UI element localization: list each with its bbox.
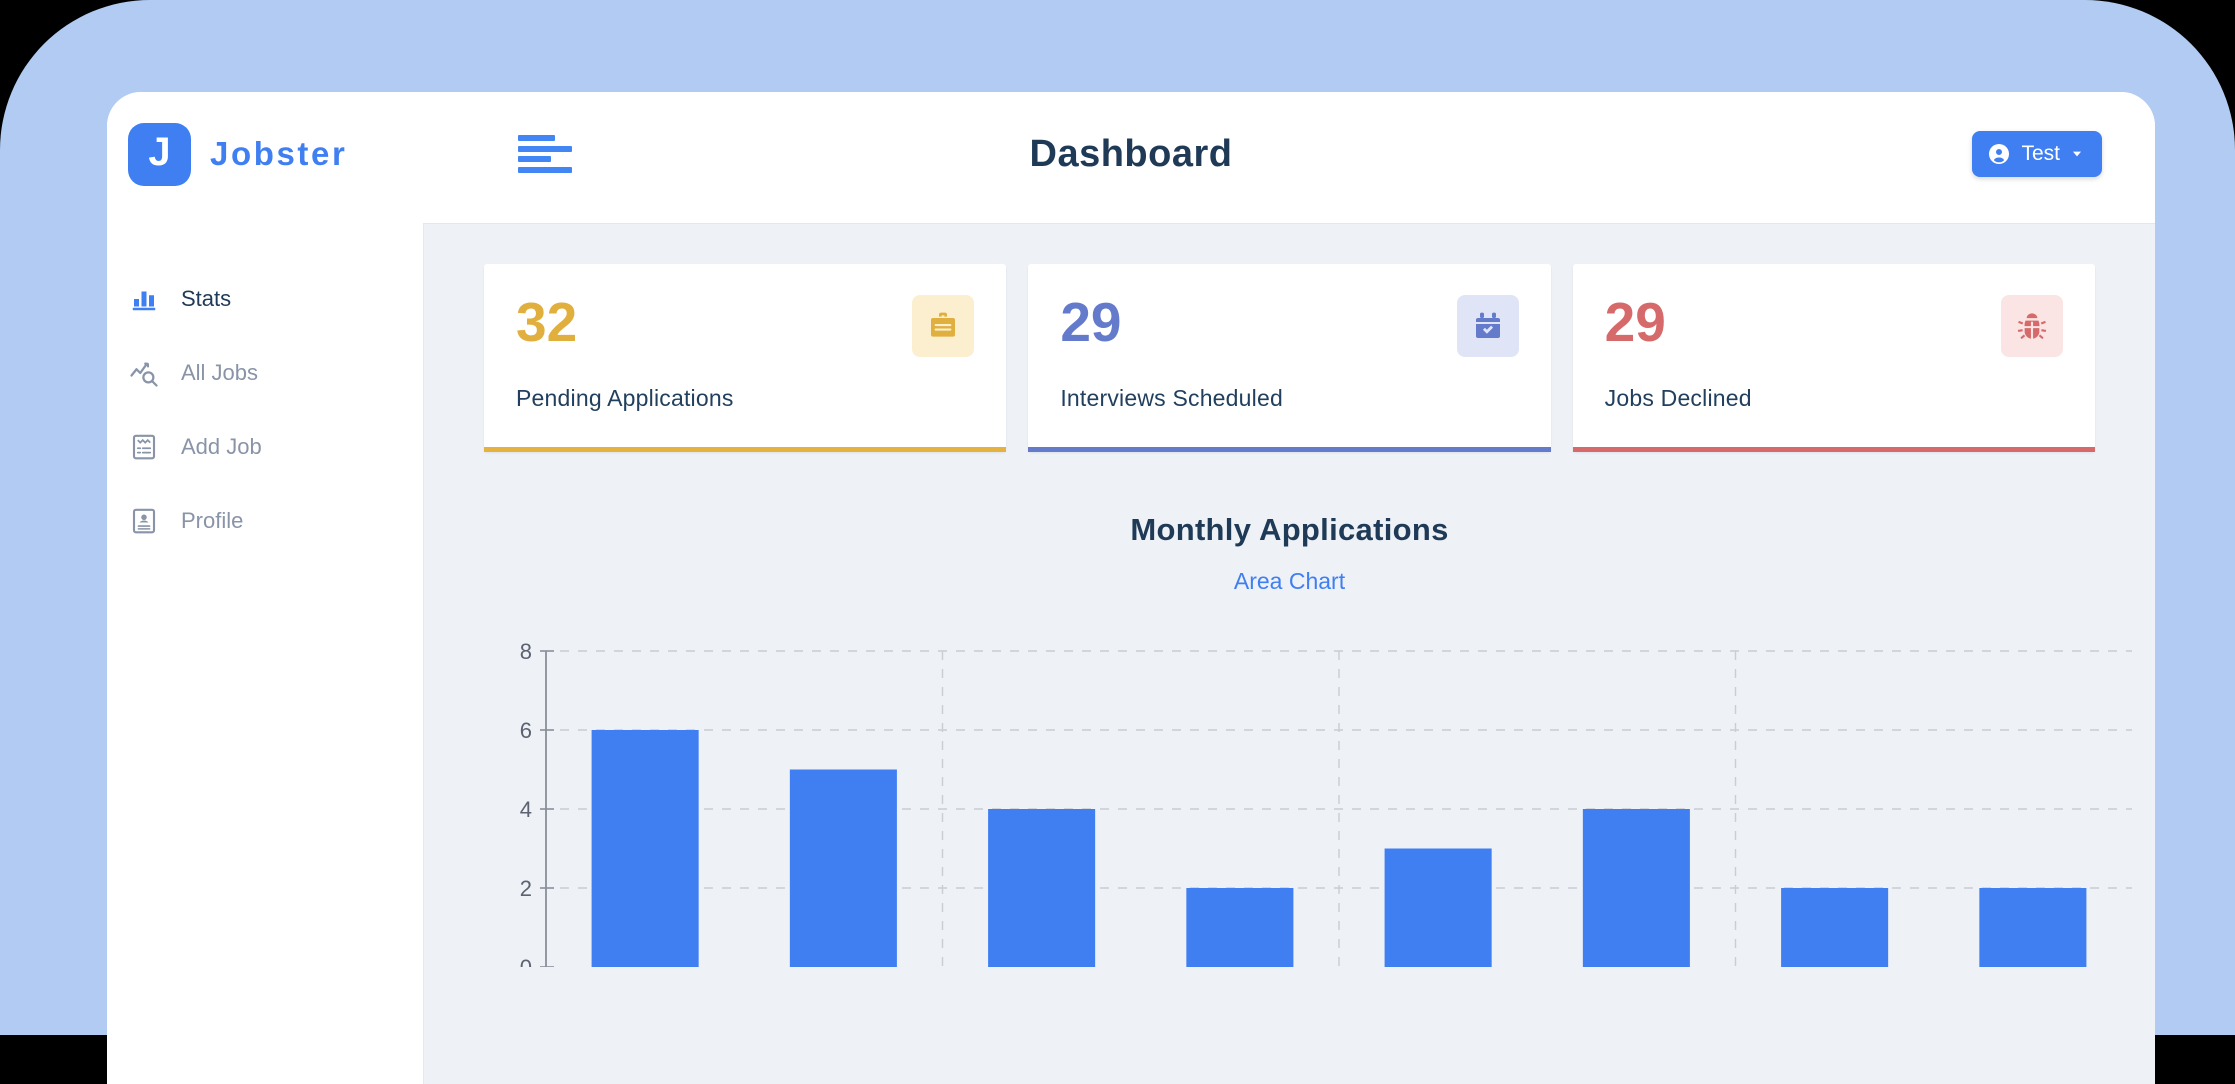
page-title: Dashboard [1029,132,1233,175]
sidebar-item-label-all-jobs: All Jobs [181,360,259,385]
svg-text:8: 8 [520,639,532,664]
job-search-icon [130,362,158,387]
svg-text:6: 6 [520,718,532,743]
sidebar: Stats All Jobs Add Job Profile [107,216,423,1084]
chart-bar [1384,848,1492,967]
stat-card-top: 32 [516,291,975,357]
chart-bar [1582,809,1690,967]
chart-bar [988,809,1096,967]
stat-label: Jobs Declined [1604,385,1752,411]
briefcase-icon [912,295,975,357]
stat-card-top: 29 [1060,291,1519,357]
chart-type-toggle-button[interactable]: Area Chart [1234,568,1345,595]
navbar: J Jobster Dashboard Test [107,92,2155,216]
stats-row: 32 Pending Applications 29 Interviews Sc… [484,264,2096,452]
sidebar-item-label-add-job: Add Job [181,434,262,459]
stat-card-top: 29 [1605,295,2063,357]
chart-bar [1979,888,2087,967]
chevron-down-icon [2072,151,2082,157]
user-menu-button[interactable]: Test [1972,131,2102,177]
svg-text:2: 2 [520,876,532,901]
calendar-check-icon [1456,295,1519,357]
stat-count: 29 [1604,291,1666,353]
clipboard-icon [132,434,156,460]
stat-card-jobs-declined: 29 Jobs Declined [1572,264,2096,452]
chart-bar [1781,888,1889,967]
stat-count: 29 [1060,291,1122,353]
monthly-applications-bar-chart: 0 2 4 6 8 [484,637,2140,967]
chart-title: Monthly Applications [1130,512,1449,547]
chart-bar [1186,888,1294,967]
stat-card-interviews-scheduled: 29 Interviews Scheduled [1028,264,1551,452]
chart-bar [789,769,897,967]
svg-text:0: 0 [520,955,532,967]
stat-card-pending-applications: 32 Pending Applications [484,264,1007,452]
sidebar-item-profile[interactable]: Profile [107,494,423,548]
sidebar-item-all-jobs[interactable]: All Jobs [107,346,423,400]
sidebar-item-stats[interactable]: Stats [107,272,423,326]
chart-bar [591,730,699,967]
sidebar-item-label-profile: Profile [181,508,244,533]
id-card-icon [132,508,156,534]
user-menu-label: Test [2021,142,2060,165]
stat-count: 32 [516,291,578,353]
stat-label: Interviews Scheduled [1060,385,1283,411]
chart-section: Monthly Applications Area Chart 0 2 4 6 8 [484,512,2132,967]
bar-chart-icon [132,291,156,311]
sidebar-item-add-job[interactable]: Add Job [107,420,423,474]
app-window: J Jobster Dashboard Test Stats All Jobs … [107,92,2155,1084]
sidebar-item-label-stats: Stats [181,286,232,311]
user-circle-icon [1989,144,2010,164]
main-content: 32 Pending Applications 29 Interviews Sc… [423,223,2155,1084]
stat-label: Pending Applications [516,385,734,411]
chart-svg: 0 2 4 6 8 [520,639,2132,967]
svg-text:4: 4 [520,797,532,822]
bug-icon [2000,295,2063,357]
